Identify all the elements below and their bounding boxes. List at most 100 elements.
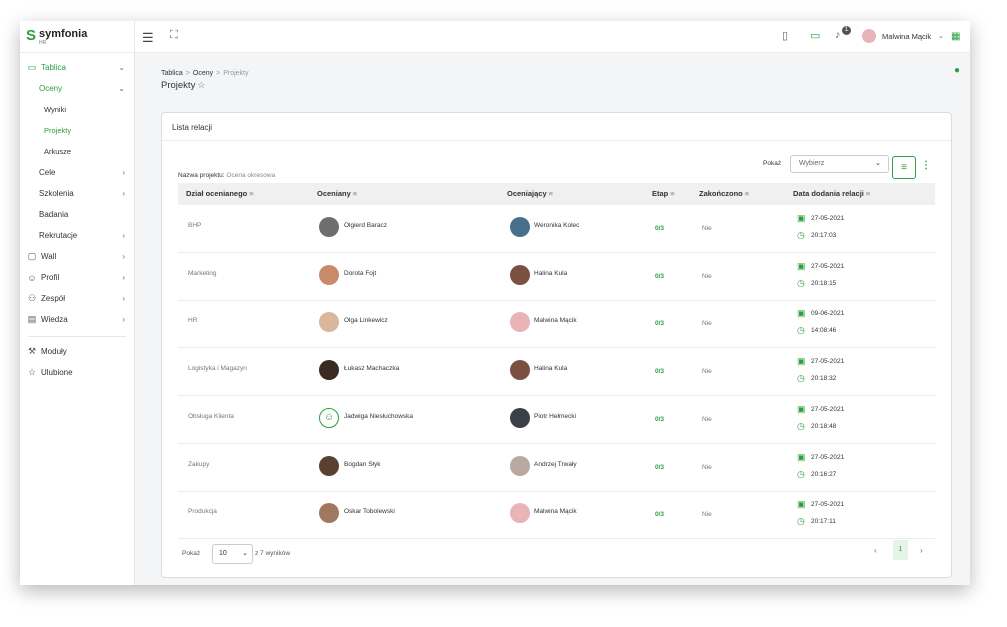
avatar — [510, 360, 530, 381]
symfonia-logo-icon: S — [26, 27, 37, 44]
evaluator-name: Andrzej Trwały — [534, 460, 577, 468]
evaluator-name: Malwina Mącik — [534, 317, 577, 325]
date-cell: 27-05-2021 — [811, 501, 845, 509]
finished-cell: Nie — [702, 272, 712, 280]
star-icon: ☆ — [27, 367, 37, 377]
column-header-label: Data dodania relacji — [793, 189, 864, 198]
table-row[interactable]: Produkcja Oskar Tobolewski Malwina Mącik 0/… — [178, 491, 935, 540]
lightbulb-icon[interactable]: ● — [954, 65, 960, 76]
calendar-icon: ▣ — [797, 356, 806, 367]
project-name-value: Ocena okresowa — [226, 172, 276, 179]
filter-icon: ≡ — [901, 162, 907, 173]
evaluated-name: Olga Linkewicz — [344, 317, 388, 325]
department-cell: BHP — [188, 222, 202, 229]
fullscreen-icon[interactable]: ⛶ — [170, 29, 178, 42]
sidebar-item-moduly[interactable]: ⚒ Moduły — [20, 341, 134, 362]
clipboard-icon[interactable]: ▯ — [782, 29, 788, 42]
table-row[interactable]: BHP Olgierd Baracz Weronika Kolec 0/3 Nie ▣ 27… — [178, 205, 935, 253]
show-select[interactable]: Wybierz ⌄ — [790, 155, 889, 173]
sidebar-item-label: Tablica — [41, 63, 66, 72]
sidebar-item-projekty[interactable]: Projekty — [20, 120, 134, 141]
chevron-right-icon: › — [122, 273, 125, 282]
sidebar-item-badania[interactable]: Badania — [20, 204, 134, 225]
clock-icon: ◷ — [797, 230, 805, 240]
filter-button[interactable]: ≡ — [892, 156, 916, 179]
messages-icon[interactable]: ▭ — [810, 29, 820, 42]
column-header-label: Zakończono — [699, 189, 743, 198]
app-window: S symfonia HR ▭ Tablica ⌄ Oceny ⌄ Wyniki… — [20, 21, 970, 585]
bell-icon[interactable]: ♪ — [835, 29, 841, 41]
avatar[interactable] — [862, 29, 876, 43]
chevron-down-icon[interactable]: ⌄ — [938, 32, 944, 40]
calendar-icon: ▣ — [797, 260, 806, 271]
clock-icon: ◷ — [797, 373, 805, 384]
department-cell: Obsługa Klienta — [188, 412, 234, 420]
sidebar-divider — [28, 336, 126, 337]
sidebar-item-rekrutacje[interactable]: Rekrutacje › — [20, 225, 134, 246]
sidebar-item-cele[interactable]: Cele › — [20, 162, 134, 183]
column-header-evaluated[interactable]: Oceniany ≡ — [317, 189, 357, 198]
table-row[interactable]: HR Olga Linkewicz Malwina Mącik 0/3 Nie ▣ 09-0… — [178, 300, 935, 349]
sidebar-item-wyniki[interactable]: Wyniki — [20, 99, 134, 120]
sort-icon[interactable]: ≡ — [249, 189, 253, 198]
breadcrumb: Tablica > Oceny > Projekty — [161, 70, 249, 77]
sidebar-item-wiedza[interactable]: ▤ Wiedza › — [20, 309, 134, 330]
calendar-icon: ▣ — [797, 403, 806, 414]
sort-icon[interactable]: ≡ — [353, 189, 357, 198]
page-size-label: Pokaż — [182, 550, 201, 557]
page-size-select[interactable]: 10 ⌄ — [212, 544, 253, 564]
logo[interactable]: S symfonia HR — [20, 21, 134, 53]
sidebar-item-label: Rekrutacje — [39, 231, 78, 240]
sidebar-item-tablica[interactable]: ▭ Tablica ⌄ — [20, 57, 134, 78]
apps-grid-icon[interactable]: ▦ — [951, 31, 960, 42]
table-row[interactable]: Zakupy Bogdan Słyk Andrzej Trwały 0/3 Nie ▣ 27… — [178, 444, 935, 492]
relations-card: Lista relacji Nazwa projektu: Ocena okre… — [161, 112, 952, 578]
stage-cell: 0/3 — [655, 415, 665, 423]
column-header-label: Oceniający — [507, 189, 547, 198]
favorite-star-icon[interactable]: ☆ — [197, 80, 205, 90]
finished-cell: Nie — [702, 511, 712, 519]
department-cell: Logistyka i Magazyn — [188, 365, 247, 373]
user-name[interactable]: Malwina Mącik — [882, 32, 931, 41]
table-row[interactable]: Marketing Dorota Fojt Halina Kula 0/3 Nie ▣ 27… — [178, 253, 935, 301]
more-options-icon[interactable]: ⋮ — [921, 160, 931, 171]
sidebar-item-label: Badania — [39, 210, 69, 219]
sort-icon[interactable]: ≡ — [670, 189, 674, 198]
table-row[interactable]: Obsługa Klienta ☺ Jadwiga Niesłuchowska Pio… — [178, 396, 935, 444]
sort-icon[interactable]: ≡ — [745, 189, 749, 198]
page-button-current[interactable]: 1 — [893, 540, 908, 560]
sidebar-item-zespol[interactable]: ⚇ Zespół › — [20, 288, 134, 309]
sidebar-item-wall[interactable]: ▢ Wall › — [20, 246, 134, 267]
column-header-stage[interactable]: Etap ≡ — [652, 189, 675, 198]
column-header-finished[interactable]: Zakończono ≡ — [699, 189, 749, 198]
column-header-label: Oceniany — [317, 189, 351, 198]
finished-cell: Nie — [702, 463, 712, 471]
evaluator-name: Malwina Mącik — [534, 508, 577, 516]
column-header-date-added[interactable]: Data dodania relacji ≡ — [793, 189, 870, 198]
next-page-icon[interactable]: › — [920, 546, 923, 555]
sidebar-item-arkusze[interactable]: Arkusze — [20, 141, 134, 162]
page-size-value: 10 — [219, 550, 227, 557]
chevron-right-icon: › — [122, 294, 125, 303]
breadcrumb-item-tablica[interactable]: Tablica — [161, 70, 183, 77]
breadcrumb-item-oceny[interactable]: Oceny — [193, 70, 213, 77]
avatar — [510, 312, 530, 333]
finished-cell: Nie — [702, 320, 712, 328]
chevron-down-icon: ⌄ — [875, 160, 881, 167]
date-cell: 27-05-2021 — [811, 215, 845, 222]
previous-page-icon[interactable]: ‹ — [874, 546, 877, 555]
sidebar-item-oceny[interactable]: Oceny ⌄ — [20, 78, 134, 99]
chevron-down-icon: ⌄ — [118, 84, 125, 93]
sort-icon[interactable]: ≡ — [549, 189, 553, 198]
menu-icon[interactable]: ☰ — [142, 30, 154, 46]
sidebar-item-szkolenia[interactable]: Szkolenia › — [20, 183, 134, 204]
sidebar-item-ulubione[interactable]: ☆ Ulubione — [20, 362, 134, 383]
calendar-icon: ▣ — [797, 213, 806, 223]
table-row[interactable]: Logistyka i Magazyn Łukasz Machaczka Halin… — [178, 348, 935, 397]
evaluator-name: Weronika Kolec — [534, 222, 580, 229]
sidebar-item-profil[interactable]: ☺ Profil › — [20, 267, 134, 288]
avatar — [319, 217, 339, 237]
sort-icon[interactable]: ≡ — [866, 189, 870, 198]
column-header-evaluator[interactable]: Oceniający ≡ — [507, 189, 553, 198]
column-header-department[interactable]: Dział ocenianego ≡ — [186, 189, 254, 198]
